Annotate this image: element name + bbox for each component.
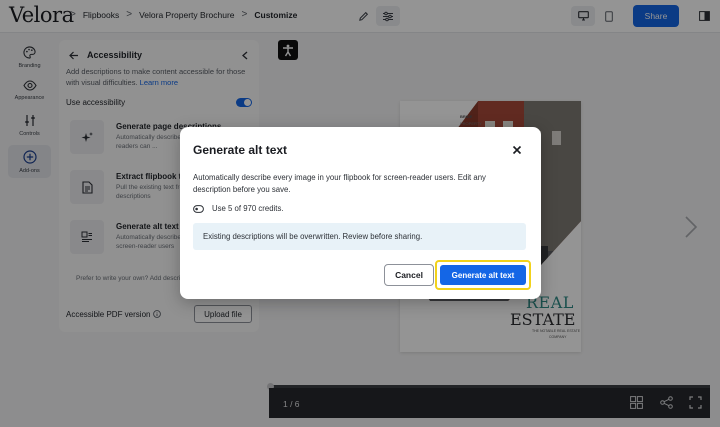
credits-row: Use 5 of 970 credits. bbox=[193, 204, 284, 213]
overwrite-notice: Existing descriptions will be overwritte… bbox=[193, 223, 526, 250]
generate-alt-text-button[interactable]: Generate alt text bbox=[440, 265, 526, 285]
cancel-button[interactable]: Cancel bbox=[384, 264, 434, 286]
notice-text: Existing descriptions will be overwritte… bbox=[203, 232, 423, 241]
credits-icon bbox=[193, 204, 204, 213]
generate-alt-text-dialog: Generate alt text Automatically describe… bbox=[180, 127, 541, 299]
dialog-description: Automatically describe every image in yo… bbox=[193, 173, 486, 194]
generate-button-highlight: Generate alt text bbox=[435, 260, 531, 290]
dialog-title: Generate alt text bbox=[193, 143, 288, 157]
credits-text: Use 5 of 970 credits. bbox=[212, 204, 284, 213]
close-icon[interactable] bbox=[510, 143, 524, 157]
